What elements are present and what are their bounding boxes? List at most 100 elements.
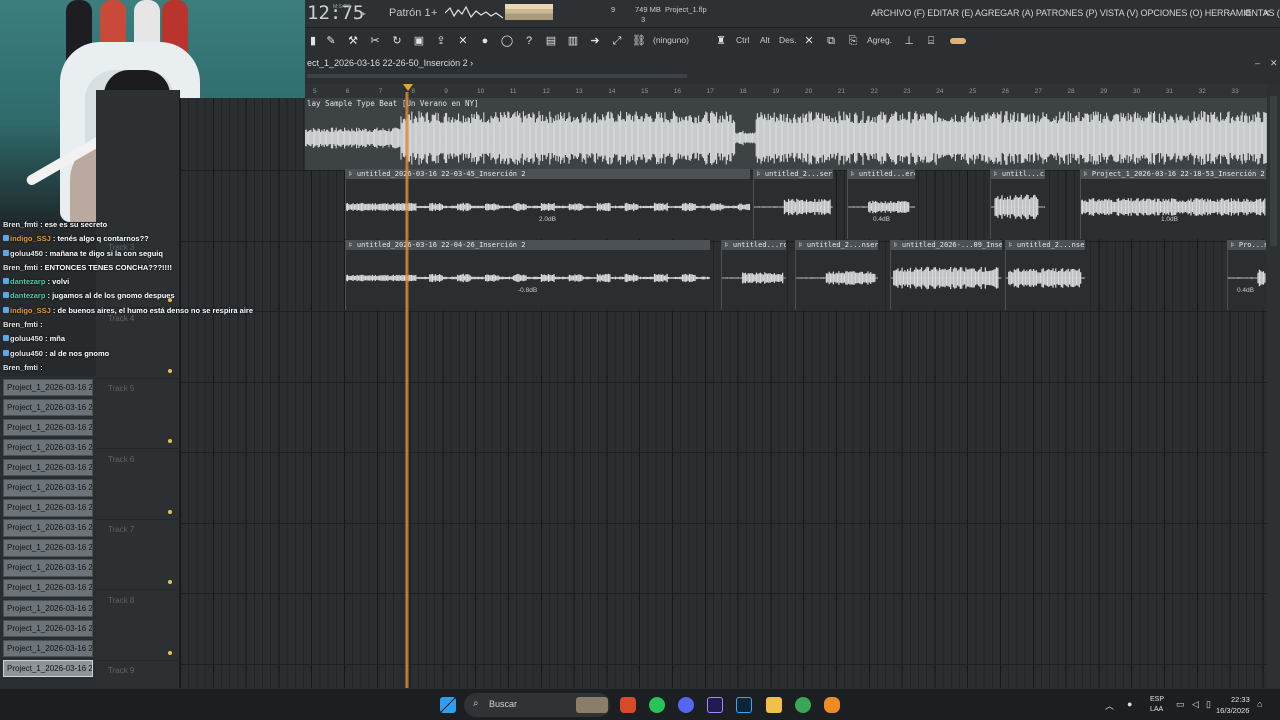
audio-clip[interactable]: ⊧ untitled_2...nserción 2 (1005, 240, 1085, 310)
browser-icon[interactable]: ▤ (543, 33, 559, 49)
discord-icon[interactable] (678, 697, 694, 713)
new-icon[interactable]: ▮ (305, 33, 321, 49)
picker-item[interactable]: Project_1_2026-03-16 2... (3, 559, 93, 577)
horizontal-scrollbar[interactable] (307, 74, 687, 78)
undo-button[interactable]: Des. (779, 35, 796, 45)
picker-item[interactable]: Project_1_2026-03-16 2... (3, 599, 93, 618)
chat-message: Bren_fmti : ENTONCES TENES CONCHA???!!!! (0, 261, 180, 275)
picker-item[interactable]: Project_1_2026-03-16 2... (3, 639, 93, 658)
network-icon[interactable]: ▭ (1176, 699, 1185, 710)
track-led-icon[interactable] (168, 509, 172, 514)
add-button[interactable]: Agreg. (867, 35, 892, 45)
timeline-ruler[interactable]: 5 6 7 8 9 10 11 12 13 14 15 16 17 18 19 20 21 22 23 24 25 26 2… (305, 84, 1267, 98)
delete-icon[interactable]: ✕ (801, 33, 817, 49)
audio-clip[interactable]: ⊧ untitled_2...nserción 2 (795, 240, 878, 310)
notification-icon[interactable]: ⌂ (1257, 699, 1262, 709)
tray-chevron-icon[interactable]: ︿ (1105, 699, 1114, 712)
brush-icon[interactable]: ✎ (323, 33, 339, 49)
mic-icon[interactable]: ● (477, 33, 493, 49)
battery-icon[interactable]: ▯ (1206, 699, 1211, 710)
pattern-arrow-icon[interactable]: ▸ (362, 9, 366, 18)
audio-clip[interactable]: ⊧ untitl...ción 2 (990, 169, 1045, 239)
paste-icon[interactable]: ⎘ (845, 33, 861, 49)
mic-tray-icon[interactable]: ● (1127, 699, 1132, 709)
start-icon[interactable] (440, 697, 456, 713)
track-led-icon[interactable] (168, 439, 172, 443)
audio-track-master[interactable]: lay Sample Type Beat [Un Verano en NY] (305, 98, 1267, 170)
audio-clip[interactable]: ⊧ untitled_2026-03-16 22-04-26_Inserción… (345, 240, 710, 310)
cut-icon[interactable]: ✂ (367, 33, 383, 49)
plugin-icon[interactable]: ⤢ (609, 33, 625, 49)
language-layout[interactable]: LAA (1150, 706, 1163, 713)
volume-icon[interactable]: ◁ (1192, 699, 1199, 710)
picker-item[interactable]: Project_1_2026-03-16 2... (3, 519, 93, 537)
loop-icon[interactable]: ↻ (389, 33, 405, 49)
piano-icon[interactable]: ▥ (565, 33, 581, 49)
fl-studio-icon[interactable] (824, 697, 840, 713)
track-row-divider (180, 593, 1267, 594)
track-header[interactable]: Track 7 (96, 520, 180, 590)
picker-item[interactable]: Project_1_2026-03-16 2... (3, 418, 93, 437)
audio-clip[interactable]: ⊧ Project_1_2026-03-16 22-18-53_Inserció… (1080, 169, 1266, 239)
picker-item[interactable]: Project_1_2026-03-16 2... (3, 619, 93, 638)
picker-item[interactable]: Project_1_2026-03-16 2... (3, 478, 93, 497)
link-target-label[interactable]: (ninguno) (653, 35, 689, 45)
track-header[interactable]: Track 6 (96, 450, 180, 520)
picker-item[interactable]: Project_1_2026-03-16 2... (3, 499, 93, 517)
photoshop-icon[interactable] (736, 697, 752, 713)
picker-item[interactable]: Project_1_2026-03-16 2... (3, 539, 93, 557)
chrome-icon[interactable] (795, 697, 811, 713)
help-icon[interactable]: ? (521, 33, 537, 49)
clock-date[interactable]: 16/3/2026 (1216, 706, 1249, 715)
render-icon[interactable]: ⇪ (433, 33, 449, 49)
audio-clip[interactable]: ⊧ Pro...n 2 0.4dB (1227, 240, 1266, 310)
trash-icon[interactable]: ⌸ (923, 33, 939, 49)
vertical-scrollbar[interactable] (1267, 84, 1280, 688)
copy-icon[interactable]: ⧉ (823, 33, 839, 49)
audio-clip[interactable]: ⊧ untitled...erción 2 0.4dB (847, 169, 915, 239)
audio-clip[interactable]: ⊧ untitled_2026-...09_Inserción 2 (890, 240, 1002, 310)
close-button[interactable]: ✕ (1263, 8, 1271, 19)
track-header[interactable]: Track 5 (96, 379, 180, 449)
scroll-thumb[interactable] (1270, 96, 1277, 246)
add-pattern-button[interactable]: + (431, 7, 437, 19)
ruler-tick: 13 (575, 88, 583, 95)
track-led-icon[interactable] (168, 580, 172, 584)
picker-item[interactable]: Project_1_2026-03-16 2... (3, 659, 93, 678)
slider-icon[interactable] (949, 33, 967, 49)
playlist-close-button[interactable]: ✕ (1270, 58, 1278, 69)
mute-icon[interactable]: ✕ (455, 33, 471, 49)
picker-item[interactable]: Project_1_2026-03-16 2... (3, 378, 93, 397)
main-menu[interactable]: ARCHIVO (F) EDITAR (E) AGREGAR (A) PATRO… (871, 8, 1280, 18)
chat-icon[interactable]: ◯ (499, 33, 515, 49)
stamp-icon[interactable]: ♜ (713, 33, 729, 49)
audio-clip[interactable]: ⊧ untitled_2...serción 2 (753, 169, 833, 239)
whatsapp-icon[interactable] (649, 697, 665, 713)
picker-item[interactable]: Project_1_2026-03-16 2... (3, 398, 93, 417)
minimize-button[interactable]: – (1229, 8, 1234, 18)
brave-icon[interactable] (620, 697, 636, 713)
picker-item[interactable]: Project_1_2026-03-16 2... (3, 458, 93, 477)
alt-button[interactable]: Alt (760, 35, 770, 45)
restore-button[interactable]: ⧉ (1245, 8, 1251, 19)
audio-clip[interactable]: ⊧ untitled...rción 2 (721, 240, 786, 310)
arrow-icon[interactable]: ➜ (587, 33, 603, 49)
track-led-icon[interactable] (168, 650, 172, 655)
pattern-selector[interactable]: Patrón 1 (389, 7, 431, 19)
pencil-icon[interactable]: ⚒ (345, 33, 361, 49)
picker-item[interactable]: Project_1_2026-03-16 2... (3, 438, 93, 457)
link-icon[interactable]: ⛓ (631, 33, 647, 49)
folder-icon[interactable] (766, 697, 782, 713)
clip-name: ⊧ untitled_2...nserción 2 (1006, 240, 1085, 250)
widget-icon[interactable] (576, 697, 608, 713)
playlist-minimize-button[interactable]: – (1255, 58, 1260, 68)
ctrl-button[interactable]: Ctrl (736, 35, 749, 45)
picker-item[interactable]: Project_1_2026-03-16 2... (3, 579, 93, 598)
playhead[interactable] (405, 92, 409, 688)
save-icon[interactable]: ▣ (411, 33, 427, 49)
magnet-icon[interactable]: ⊥ (901, 33, 917, 49)
premiere-icon[interactable] (707, 697, 723, 713)
clock-time[interactable]: 22:33 (1231, 695, 1250, 704)
track-header[interactable]: Track 8 (96, 591, 180, 661)
language-code[interactable]: ESP (1150, 696, 1164, 703)
